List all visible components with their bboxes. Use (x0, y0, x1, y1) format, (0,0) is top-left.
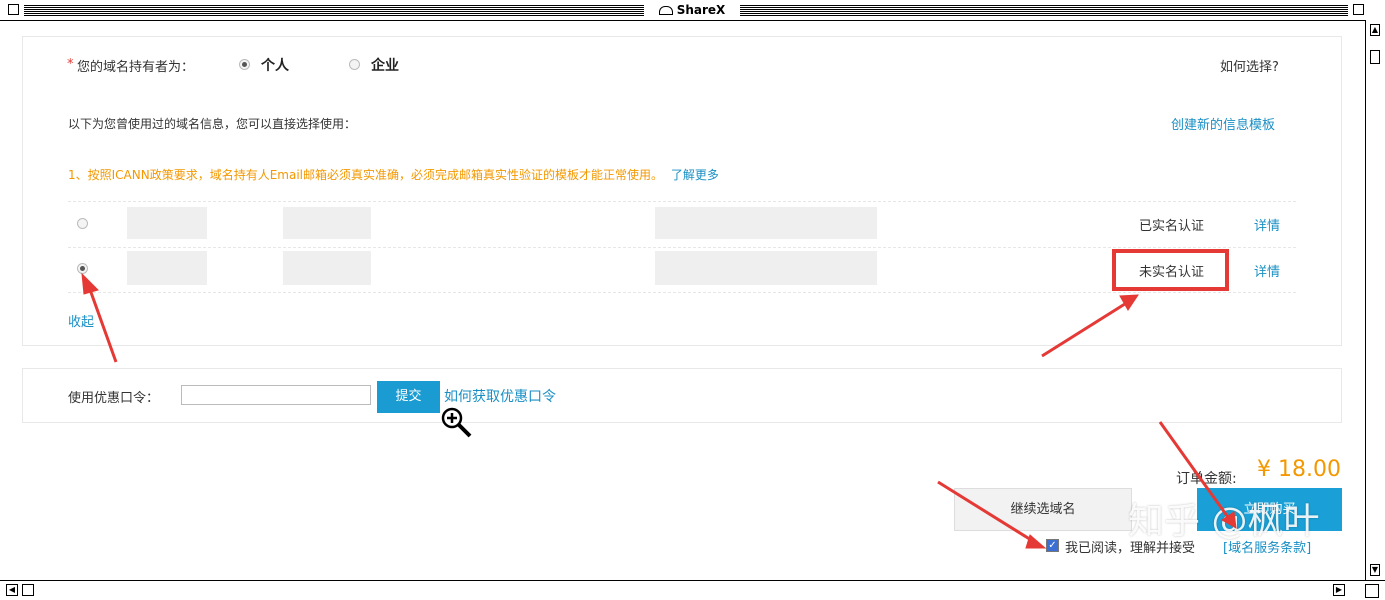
annotation-arrow (1041, 300, 1129, 358)
window-title: ShareX (650, 2, 734, 18)
close-box-icon[interactable] (8, 4, 19, 15)
page-content: * 您的域名持有者为： 个人 企业 如何选择? 以下为您曾使用过的域名信息，您可… (0, 20, 1365, 580)
resize-corner-icon[interactable] (1365, 584, 1379, 598)
scroll-down-icon[interactable]: ▼ (1370, 564, 1380, 576)
scroll-right-icon[interactable]: ▶ (1333, 584, 1345, 596)
annotation-arrow (86, 283, 118, 363)
scroll-thumb[interactable] (1370, 50, 1380, 64)
titlebar-stripes (24, 5, 644, 16)
annotation-arrowhead (1119, 294, 1139, 311)
annotation-arrowhead (81, 272, 99, 295)
window-titlebar[interactable]: ShareX (0, 0, 1385, 21)
horizontal-scrollbar[interactable]: ◀ ▶ (0, 580, 1385, 600)
scroll-up-icon[interactable]: ▲ (1370, 24, 1380, 36)
window-icon (658, 6, 673, 15)
scroll-left-icon[interactable]: ◀ (6, 584, 18, 596)
annotation-arrowhead (1221, 511, 1237, 529)
annotation-arrow (1158, 421, 1232, 521)
scroll-thumb-h[interactable] (22, 584, 34, 596)
titlebar-stripes (740, 5, 1348, 16)
zoom-box-icon[interactable] (1353, 4, 1364, 15)
annotation-arrow (937, 480, 1037, 545)
annotation-arrows (81, 272, 1237, 549)
vertical-scrollbar[interactable]: ▲ ▼ (1365, 20, 1385, 580)
